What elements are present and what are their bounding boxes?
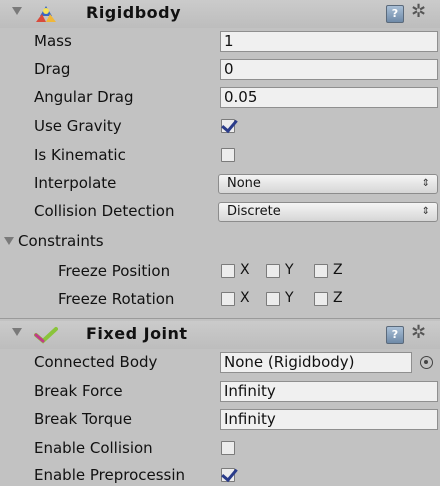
connected-body-row: Connected Body None (Rigidbody)	[0, 349, 440, 377]
rigidbody-header[interactable]: Rigidbody ? ✲	[0, 0, 440, 28]
angular-drag-row: Angular Drag 0.05	[0, 84, 440, 112]
mass-field[interactable]: 1	[220, 31, 438, 52]
break-force-field[interactable]: Infinity	[220, 381, 438, 402]
axis-label: Y	[285, 262, 294, 278]
drag-row: Drag 0	[0, 56, 440, 84]
constraints-label: Constraints	[18, 232, 104, 250]
section-divider	[0, 318, 440, 319]
break-torque-field[interactable]: Infinity	[220, 409, 438, 430]
mass-label: Mass	[34, 32, 72, 50]
enable-preprocessing-row: Enable Preprocessin	[0, 462, 440, 486]
dropdown-arrow-icon: ⇕	[421, 206, 430, 217]
interpolate-value: None	[227, 176, 261, 191]
fixed-joint-title: Fixed Joint	[86, 324, 188, 343]
foldout-arrow-icon[interactable]	[4, 237, 14, 245]
collision-detection-value: Discrete	[227, 204, 281, 219]
freeze-rotation-z-checkbox[interactable]	[314, 292, 328, 306]
rigidbody-title: Rigidbody	[86, 3, 182, 22]
use-gravity-row: Use Gravity	[0, 113, 440, 141]
enable-preprocessing-label: Enable Preprocessin	[34, 466, 186, 484]
freeze-position-row: Freeze Position X Y Z	[0, 258, 440, 286]
freeze-rotation-x-checkbox[interactable]	[221, 292, 235, 306]
fixed-joint-header[interactable]: Fixed Joint ? ✲	[0, 321, 440, 349]
break-force-label: Break Force	[34, 382, 123, 400]
freeze-rotation-label: Freeze Rotation	[58, 290, 175, 308]
interpolate-dropdown[interactable]: None ⇕	[218, 174, 438, 194]
gear-icon[interactable]: ✲	[411, 322, 435, 344]
collision-detection-row: Collision Detection Discrete ⇕	[0, 198, 440, 226]
help-book-icon[interactable]: ?	[386, 326, 404, 344]
break-force-row: Break Force Infinity	[0, 378, 440, 406]
mass-row: Mass 1	[0, 28, 440, 56]
is-kinematic-label: Is Kinematic	[34, 146, 126, 164]
axis-label: Z	[333, 262, 343, 278]
is-kinematic-row: Is Kinematic	[0, 142, 440, 170]
collision-detection-label: Collision Detection	[34, 202, 175, 220]
interpolate-row: Interpolate None ⇕	[0, 170, 440, 198]
enable-collision-row: Enable Collision	[0, 435, 440, 463]
axis-label: Z	[333, 290, 343, 306]
use-gravity-label: Use Gravity	[34, 117, 122, 135]
angular-drag-label: Angular Drag	[34, 88, 134, 106]
axis-label: X	[240, 290, 250, 306]
drag-field[interactable]: 0	[220, 59, 438, 80]
freeze-position-x-checkbox[interactable]	[221, 264, 235, 278]
enable-collision-checkbox[interactable]	[221, 441, 235, 455]
freeze-rotation-row: Freeze Rotation X Y Z	[0, 286, 440, 314]
gear-icon[interactable]: ✲	[411, 1, 435, 23]
freeze-position-z-checkbox[interactable]	[314, 264, 328, 278]
help-book-icon[interactable]: ?	[386, 5, 404, 23]
freeze-position-label: Freeze Position	[58, 262, 171, 280]
enable-preprocessing-checkbox[interactable]	[221, 468, 235, 482]
object-picker-icon[interactable]	[420, 356, 433, 369]
is-kinematic-checkbox[interactable]	[221, 148, 235, 162]
angular-drag-field[interactable]: 0.05	[220, 87, 438, 108]
connected-body-label: Connected Body	[34, 353, 158, 371]
constraints-row[interactable]: Constraints	[0, 228, 440, 256]
interpolate-label: Interpolate	[34, 174, 117, 192]
dropdown-arrow-icon: ⇕	[421, 178, 430, 189]
rigidbody-icon	[36, 6, 56, 22]
joint-checkmark-icon	[34, 327, 58, 344]
inspector-panel: Rigidbody ? ✲ Mass 1 Drag 0 Angular Drag…	[0, 0, 440, 486]
break-torque-row: Break Torque Infinity	[0, 406, 440, 434]
foldout-arrow-icon[interactable]	[12, 328, 22, 336]
axis-label: X	[240, 262, 250, 278]
break-torque-label: Break Torque	[34, 410, 132, 428]
collision-detection-dropdown[interactable]: Discrete ⇕	[218, 202, 438, 222]
drag-label: Drag	[34, 60, 71, 78]
use-gravity-checkbox[interactable]	[221, 119, 235, 133]
foldout-arrow-icon[interactable]	[12, 7, 22, 15]
freeze-rotation-y-checkbox[interactable]	[266, 292, 280, 306]
connected-body-field[interactable]: None (Rigidbody)	[220, 352, 412, 373]
freeze-position-y-checkbox[interactable]	[266, 264, 280, 278]
axis-label: Y	[285, 290, 294, 306]
enable-collision-label: Enable Collision	[34, 439, 153, 457]
